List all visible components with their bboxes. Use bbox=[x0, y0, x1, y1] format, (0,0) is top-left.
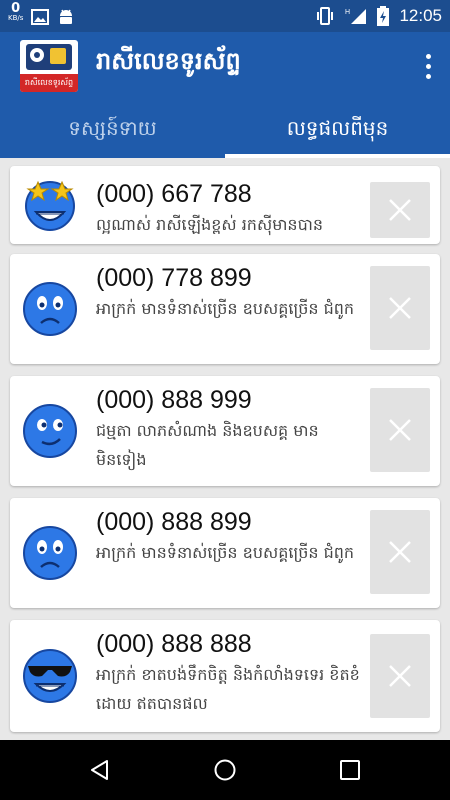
app-logo-text: រាសីលេខទូរស័ព្ទ bbox=[20, 74, 78, 92]
smirk-emoji-icon bbox=[23, 404, 77, 458]
tab-bar: ទស្សន៍ទាយ លទ្ធផលពីមុន bbox=[0, 100, 450, 158]
delete-button[interactable] bbox=[370, 634, 430, 718]
worried-emoji-icon bbox=[23, 526, 77, 580]
phone-number: (000) 778 899 bbox=[96, 264, 252, 292]
network-speed-unit: KB/s bbox=[8, 14, 24, 22]
list-item[interactable]: (000) 888 888 អាក្រក់ ខាតបង់ទឹកចិត្ត និង… bbox=[10, 620, 440, 732]
home-icon[interactable] bbox=[213, 758, 237, 782]
result-description: ល្អណាស់ រាសីឡើងខ្ពស់ រកស៊ីមានបាន bbox=[96, 215, 323, 234]
tab-history[interactable]: លទ្ធផលពីមុន bbox=[225, 100, 450, 158]
sunglasses-emoji-icon bbox=[23, 649, 77, 703]
tab-indicator bbox=[225, 154, 450, 158]
result-description: អាក្រក់ មានទំនាស់ច្រើន ឧបសគ្គច្រើន ជំពូក bbox=[96, 543, 355, 562]
clock: 12:05 bbox=[399, 6, 442, 25]
phone-number: (000) 888 899 bbox=[96, 508, 252, 536]
delete-button[interactable] bbox=[370, 510, 430, 594]
navigation-bar bbox=[0, 740, 450, 800]
svg-text:H: H bbox=[345, 9, 350, 16]
back-icon[interactable] bbox=[88, 758, 112, 782]
list-item[interactable]: (000) 667 788 ល្អណាស់ រាសីឡើងខ្ពស់ រកស៊ី… bbox=[10, 166, 440, 244]
status-bar: 0 KB/s H 12:05 bbox=[0, 0, 450, 32]
result-description: អាក្រក់ មានទំនាស់ច្រើន ឧបសគ្គច្រើន ជំពូក bbox=[96, 299, 355, 318]
delete-button[interactable] bbox=[370, 388, 430, 472]
tab-predict[interactable]: ទស្សន៍ទាយ bbox=[0, 100, 225, 158]
signal-icon: H bbox=[345, 9, 367, 24]
overflow-menu-icon[interactable] bbox=[424, 54, 432, 79]
phone-number: (000) 667 788 bbox=[96, 180, 252, 208]
recents-icon[interactable] bbox=[338, 758, 362, 782]
tab-history-label: លទ្ធផលពីមុន bbox=[286, 116, 389, 140]
list-item[interactable]: (000) 778 899 អាក្រក់ មានទំនាស់ច្រើន ឧបស… bbox=[10, 254, 440, 364]
close-icon bbox=[389, 541, 411, 563]
result-description: ជម្មតា លាភសំណាង និងឧបសគ្គ មានមិនទៀង bbox=[96, 421, 319, 469]
android-icon bbox=[60, 9, 73, 24]
network-speed: 0 KB/s bbox=[8, 2, 23, 22]
star-eyes-emoji-icon bbox=[25, 180, 75, 231]
list-item[interactable]: (000) 888 999 ជម្មតា លាភសំណាង និងឧបសគ្គ … bbox=[10, 376, 440, 486]
close-icon bbox=[389, 419, 411, 441]
close-icon bbox=[389, 297, 411, 319]
phone-number: (000) 888 888 bbox=[96, 630, 252, 658]
list-item[interactable]: (000) 888 899 អាក្រក់ មានទំនាស់ច្រើន ឧបស… bbox=[10, 498, 440, 608]
tab-predict-label: ទស្សន៍ទាយ bbox=[68, 116, 157, 140]
vibrate-icon bbox=[317, 7, 334, 25]
delete-button[interactable] bbox=[370, 266, 430, 350]
close-icon bbox=[389, 199, 411, 221]
app-logo: រាសីលេខទូរស័ព្ទ bbox=[20, 40, 78, 92]
image-icon bbox=[31, 9, 50, 25]
app-title: រាសីលេខទូរស័ព្ទ bbox=[96, 47, 241, 75]
delete-button[interactable] bbox=[370, 182, 430, 238]
phone-number: (000) 888 999 bbox=[96, 386, 252, 414]
battery-icon bbox=[377, 6, 390, 26]
close-icon bbox=[389, 665, 411, 687]
app-bar: រាសីលេខទូរស័ព្ទ រាសីលេខទូរស័ព្ទ bbox=[0, 32, 450, 100]
worried-emoji-icon bbox=[23, 282, 77, 336]
result-description: អាក្រក់ ខាតបង់ទឹកចិត្ត និងកំលាំងទទេរ ខិត… bbox=[96, 665, 360, 713]
